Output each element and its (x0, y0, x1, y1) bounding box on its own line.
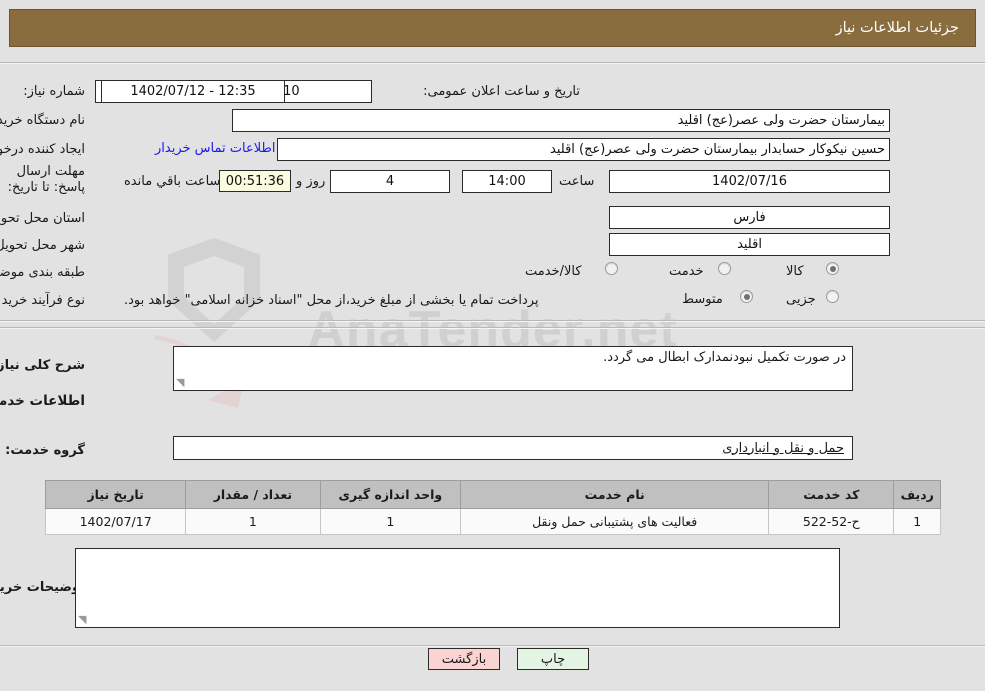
delivery-city-value: اقلید (609, 233, 890, 256)
radio-subject-khedmat[interactable] (718, 262, 731, 275)
radio-label-subject-2: کالا/خدمت (525, 264, 582, 279)
th-unit: واحد اندازه گیری (319, 480, 462, 509)
announce-datetime-label: تاریخ و ساعت اعلان عمومی: (423, 84, 580, 99)
radio-label-subject-0: کالا (786, 264, 804, 279)
deadline-time-label: ساعت (559, 174, 595, 189)
service-group-field[interactable]: حمل و نقل و انبارداری (173, 436, 853, 460)
radio-label-process-1: متوسط (682, 292, 723, 307)
divider-after-form (0, 320, 985, 322)
radio-subject-kala-khedmat[interactable] (605, 262, 618, 275)
deadline-days-value: 4 (330, 170, 450, 193)
resize-grip-icon[interactable]: ◥ (176, 377, 188, 389)
cell-need-date: 1402/07/17 (44, 508, 187, 535)
table-row: 1 ح-52-522 فعالیت های پشتیبانی حمل ونقل … (44, 508, 941, 535)
radio-process-motavasset[interactable] (740, 290, 753, 303)
buyer-org-label: نام دستگاه خریدار: (0, 113, 85, 128)
cell-row: 1 (893, 508, 941, 535)
th-service-code: کد خدمت (768, 480, 895, 509)
requester-label: ایجاد کننده درخواست: (0, 142, 85, 157)
need-number-label: شماره نیاز: (23, 84, 85, 99)
divider-after-form-2 (0, 327, 985, 329)
deadline-date-value: 1402/07/16 (609, 170, 890, 193)
divider-top (0, 62, 985, 64)
print-button[interactable]: چاپ (517, 648, 589, 670)
buyer-notes-textarea[interactable]: ◥ (75, 548, 840, 628)
delivery-province-label: استان محل تحویل: (0, 211, 85, 226)
general-description-label: شرح کلی نیاز: (0, 358, 85, 373)
cell-unit: 1 (319, 508, 462, 535)
radio-subject-kala[interactable] (826, 262, 839, 275)
deadline-label: مهلت ارسال پاسخ: تا تاریخ: (7, 164, 85, 195)
service-group-value: حمل و نقل و انبارداری (722, 440, 844, 456)
buyer-contact-link[interactable]: اطلاعات تماس خریدار (155, 141, 275, 156)
deadline-time-value: 14:00 (462, 170, 552, 193)
deadline-days-label: روز و (296, 174, 326, 189)
page-title: جزئیات اطلاعات نیاز (835, 20, 959, 36)
delivery-province-value: فارس (609, 206, 890, 229)
announce-datetime-value: 1402/07/12 - 12:35 (101, 80, 285, 103)
radio-label-process-0: جزیی (786, 292, 816, 307)
buyer-org-value: بیمارستان حضرت ولی عصر(عج) اقلید (232, 109, 890, 132)
divider-bottom (0, 645, 985, 647)
cell-service-code: ح-52-522 (768, 508, 895, 535)
th-quantity: تعداد / مقدار (185, 480, 321, 509)
buyer-notes-label: توضیحات خریدار: (0, 580, 85, 595)
th-service-name: نام خدمت (460, 480, 770, 509)
services-section-heading: اطلاعات خدمات مورد نیاز (0, 393, 85, 409)
radio-process-jozei[interactable] (826, 290, 839, 303)
resize-grip-icon-2[interactable]: ◥ (78, 614, 90, 626)
services-table: ردیف کد خدمت نام خدمت واحد اندازه گیری ت… (44, 480, 941, 535)
table-header-row: ردیف کد خدمت نام خدمت واحد اندازه گیری ت… (44, 480, 941, 509)
countdown-timer: 00:51:36 (219, 170, 291, 192)
general-description-textarea[interactable]: در صورت تکمیل نبودنمدارک ابطال می گردد. … (173, 346, 853, 391)
back-button[interactable]: بازگشت (428, 648, 500, 670)
purchase-process-note: پرداخت تمام یا بخشی از مبلغ خرید،از محل … (124, 293, 539, 308)
requester-value: حسین نیکوکار حسابدار بیمارستان حضرت ولی … (277, 138, 890, 161)
cell-service-name: فعالیت های پشتیبانی حمل ونقل (460, 508, 770, 535)
subject-category-label: طبقه بندی موضوعی: (0, 265, 85, 280)
service-group-label: گروه خدمت: (5, 443, 85, 458)
page-header-bar: جزئیات اطلاعات نیاز (9, 9, 976, 47)
countdown-label: ساعت باقي مانده (124, 174, 221, 189)
purchase-process-label: نوع فرآیند خرید : (0, 293, 85, 308)
th-row: ردیف (893, 480, 941, 509)
general-description-value: در صورت تکمیل نبودنمدارک ابطال می گردد. (603, 350, 846, 365)
radio-label-subject-1: خدمت (669, 264, 704, 279)
delivery-city-label: شهر محل تحویل: (0, 238, 85, 253)
cell-quantity: 1 (185, 508, 321, 535)
th-need-date: تاریخ نیاز (44, 480, 187, 509)
